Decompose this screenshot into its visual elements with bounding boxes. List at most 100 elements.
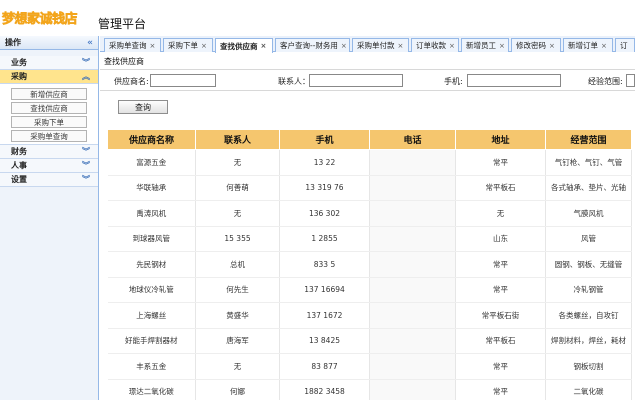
cell-contact: 15 355	[195, 226, 280, 252]
cell-mobile: 1882 3458	[279, 379, 370, 400]
sidebar-group-settings[interactable]: 设置 ︾	[0, 173, 98, 187]
cell-supplier-name: 好能手焊割器材	[107, 328, 196, 354]
sidebar-item-find-supplier[interactable]: 查找供应商	[11, 102, 87, 114]
cell-mobile: 1 2855	[279, 226, 370, 252]
cell-contact: 无	[195, 149, 280, 176]
sidebar-purchase-items: 新增供应商 查找供应商 采购下单 采购单查询	[0, 84, 98, 145]
cell-address: 常平	[455, 277, 546, 303]
cell-phone	[369, 149, 456, 176]
close-icon[interactable]: ×	[549, 42, 555, 50]
tab-label: 新增员工	[466, 41, 496, 50]
cell-scope: 气钉枪、气钉、气管	[545, 149, 632, 176]
tab-order-receipt[interactable]: 订单收款 ×	[411, 38, 459, 52]
cell-scope: 各类螺丝，自攻钉	[545, 302, 632, 329]
cell-contact: 何娜	[195, 379, 280, 400]
contact-input[interactable]	[309, 74, 403, 87]
table-row[interactable]: 华联轴承 何善萌 13 319 76 常平板石 各式轴承、垫片、光轴	[107, 175, 632, 201]
double-chevron-left-icon[interactable]: «	[87, 38, 93, 48]
supplier-name-input[interactable]	[150, 74, 216, 87]
close-icon[interactable]: ×	[601, 42, 607, 50]
supplier-name-label: 供应商名:	[114, 77, 149, 86]
cell-mobile: 13 319 76	[279, 175, 370, 201]
close-icon[interactable]: ×	[499, 42, 505, 50]
cell-mobile: 137 16694	[279, 277, 370, 303]
cell-phone	[369, 226, 456, 252]
col-mobile[interactable]: 手机	[279, 129, 370, 150]
main-content: 查找供应商 供应商名: 联系人： 手机: 经验范围: 查询 供应商名称 联系人 …	[100, 53, 635, 400]
sidebar: 操作 « 业务 ︾ 采购 ︽ 新增供应商 查找供应商 采购下单 采购单查询 财务…	[0, 36, 99, 400]
cell-mobile: 136 302	[279, 200, 370, 227]
col-address[interactable]: 地址	[455, 129, 546, 150]
tab-bar: 采购单查询 × 采购下单 × 查找供应商 × 客户查询--财务用 × 采购单付款 × 订单…	[100, 36, 635, 53]
tab-customer-query-finance[interactable]: 客户查询--财务用 ×	[275, 38, 350, 52]
sidebar-group-purchase[interactable]: 采购 ︽	[0, 70, 98, 84]
table-row[interactable]: 到球器风管 15 355 1 2855 山东 风管	[107, 226, 632, 252]
page-title: 管理平台	[98, 17, 147, 31]
cell-scope: 焊割材料，焊丝，耗材	[545, 328, 632, 354]
col-phone[interactable]: 电话	[369, 129, 456, 150]
tab-purchase-payment[interactable]: 采购单付款 ×	[352, 38, 409, 52]
table-row[interactable]: 璟达二氧化碳 何娜 1882 3458 常平 二氧化碳	[107, 379, 632, 400]
cell-scope: 圆钢、钢板、无缝管	[545, 251, 632, 278]
close-icon[interactable]: ×	[201, 42, 207, 50]
sidebar-group-finance[interactable]: 财务 ︾	[0, 145, 98, 159]
cell-mobile: 833 5	[279, 251, 370, 278]
tab-change-password[interactable]: 修改密码 ×	[511, 38, 561, 52]
mobile-input[interactable]	[467, 74, 561, 87]
tab-label: 订	[620, 41, 628, 50]
query-button[interactable]: 查询	[118, 100, 168, 114]
cell-phone	[369, 200, 456, 227]
app-header: 梦想家诚钱店 管理平台	[0, 0, 635, 36]
close-icon[interactable]: ×	[449, 42, 455, 50]
col-supplier-name[interactable]: 供应商名称	[107, 129, 196, 150]
tab-overflow[interactable]: 订	[615, 38, 635, 52]
tab-label: 采购单查询	[109, 41, 147, 50]
cell-address: 常平	[455, 353, 546, 380]
scope-input[interactable]	[626, 74, 635, 87]
sidebar-item-add-supplier[interactable]: 新增供应商	[11, 88, 87, 100]
logo-text: 梦想家诚钱店	[2, 12, 78, 28]
close-icon[interactable]: ×	[341, 42, 347, 50]
tab-label: 订单收款	[416, 41, 446, 50]
cell-address: 常平	[455, 379, 546, 400]
tab-label: 采购下单	[168, 41, 198, 50]
col-contact[interactable]: 联系人	[195, 129, 280, 150]
tab-add-employee[interactable]: 新增员工 ×	[461, 38, 509, 52]
sidebar-group-business[interactable]: 业务 ︾	[0, 56, 98, 70]
table-row[interactable]: 丰系五金 无 83 877 常平 钢板切割	[107, 353, 632, 380]
table-row[interactable]: 禹涛风机 无 136 302 无 气膜风机	[107, 200, 632, 227]
double-chevron-down-icon: ︾	[82, 161, 90, 170]
sidebar-group-label: 财务	[11, 147, 27, 156]
cell-contact: 黄盛华	[195, 302, 280, 329]
table-row[interactable]: 地球仪冷轧管 何先生 137 16694 常平 冷轧钢管	[107, 277, 632, 303]
close-icon[interactable]: ×	[150, 42, 156, 50]
cell-supplier-name: 上海螺丝	[107, 302, 196, 329]
tab-purchase-query[interactable]: 采购单查询 ×	[104, 38, 161, 52]
sidebar-group-hr[interactable]: 人事 ︾	[0, 159, 98, 173]
sidebar-item-purchase-order[interactable]: 采购下单	[11, 116, 87, 128]
table-row[interactable]: 好能手焊割器材 唐海军 13 8425 常平板石 焊割材料，焊丝，耗材	[107, 328, 632, 354]
sidebar-item-purchase-query[interactable]: 采购单查询	[11, 130, 87, 142]
cell-phone	[369, 175, 456, 201]
table-row[interactable]: 先民钢材 总机 833 5 常平 圆钢、钢板、无缝管	[107, 251, 632, 278]
col-scope[interactable]: 经营范围	[545, 129, 632, 150]
tab-label: 采购单付款	[357, 41, 395, 50]
cell-phone	[369, 379, 456, 400]
sidebar-menu: 业务 ︾ 采购 ︽ 新增供应商 查找供应商 采购下单 采购单查询 财务 ︾ 人事…	[0, 56, 98, 187]
sidebar-group-label: 采购	[11, 72, 27, 81]
cell-mobile: 83 877	[279, 353, 370, 380]
tab-add-order[interactable]: 新增订单 ×	[563, 38, 613, 52]
contact-label: 联系人：	[278, 77, 310, 86]
tab-find-supplier[interactable]: 查找供应商 ×	[215, 38, 273, 53]
table-row[interactable]: 上海螺丝 黄盛华 137 1672 常平板石街 各类螺丝，自攻钉	[107, 302, 632, 329]
cell-address: 常平板石	[455, 175, 546, 201]
close-icon[interactable]: ×	[261, 42, 267, 50]
cell-mobile: 137 1672	[279, 302, 370, 329]
cell-scope: 气膜风机	[545, 200, 632, 227]
brand-logo: 梦想家诚钱店	[2, 6, 82, 28]
close-icon[interactable]: ×	[398, 42, 404, 50]
tab-purchase-order[interactable]: 采购下单 ×	[163, 38, 213, 52]
table-row[interactable]: 富源五金 无 13 22 常平 气钉枪、气钉、气管	[107, 149, 632, 176]
cell-contact: 何善萌	[195, 175, 280, 201]
filter-bar: 供应商名: 联系人： 手机: 经验范围:	[100, 69, 635, 91]
